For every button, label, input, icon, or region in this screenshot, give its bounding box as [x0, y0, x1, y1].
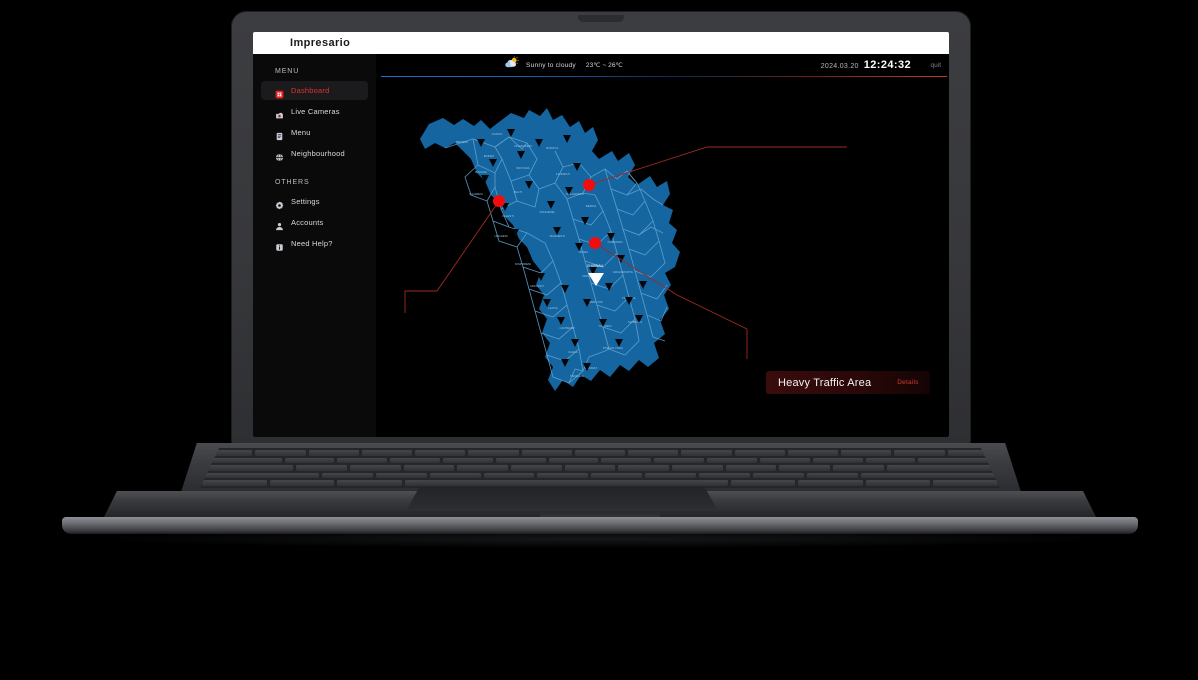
gear-icon — [275, 197, 284, 210]
sun-behind-cloud-icon — [504, 56, 520, 74]
svg-text:SOROCA: SOROCA — [546, 146, 559, 150]
alert-dot-balti — [493, 195, 505, 207]
alert-dot-dunarea — [583, 179, 595, 191]
svg-text:OCNITA: OCNITA — [492, 132, 503, 136]
sidebar-item-need-help[interactable]: Need Help? — [261, 234, 368, 253]
svg-text:UNGHENI: UNGHENI — [494, 234, 508, 238]
weather-widget: Sunny to cloudy 23℃ ~ 26℃ — [504, 56, 623, 74]
svg-text:HINCESTI: HINCESTI — [530, 284, 544, 288]
sidebar-item-label: Dashboard — [291, 86, 330, 95]
sidebar-item-label: Accounts — [291, 218, 324, 227]
sidebar-section-title-menu: MENU — [275, 68, 300, 75]
user-icon — [275, 218, 284, 231]
svg-text:CHISINAU: CHISINAU — [587, 264, 604, 268]
laptop-lid: Impresario MENU Dashboard Live Cameras M… — [232, 12, 970, 445]
callout-heavy-traffic-area[interactable]: Heavy Traffic Area Details — [766, 371, 930, 394]
keyboard-row — [202, 465, 998, 471]
sidebar-item-dashboard[interactable]: Dashboard — [261, 81, 368, 100]
current-date: 2024.03.20 — [820, 63, 859, 70]
sidebar-item-settings[interactable]: Settings — [261, 192, 368, 211]
screenshot-root: Impresario MENU Dashboard Live Cameras M… — [0, 0, 1198, 680]
svg-text:DONDUSENI: DONDUSENI — [514, 144, 532, 148]
svg-text:RISCANI: RISCANI — [475, 170, 487, 174]
alert-dot-orhei — [589, 237, 601, 249]
map-panel[interactable]: BRICENI OCNITA DONDUSENI EDINET SOROCA RISC… — [377, 77, 949, 437]
globe-icon — [275, 149, 284, 162]
sidebar-item-neighbourhood[interactable]: Neighbourhood — [261, 144, 368, 163]
callout-label: Heavy Traffic Area — [778, 376, 872, 389]
svg-text:BRICENI: BRICENI — [456, 140, 468, 144]
sidebar: MENU Dashboard Live Cameras Menu Neighbo… — [253, 54, 377, 437]
svg-text:NISPORENI: NISPORENI — [515, 262, 531, 266]
sidebar-item-label: Neighbourhood — [291, 149, 345, 158]
main-content: Sunny to cloudy 23℃ ~ 26℃ 2024.03.20 12:… — [377, 54, 949, 437]
sidebar-item-menu[interactable]: Menu — [261, 123, 368, 142]
laptop-keyboard — [200, 448, 1000, 488]
svg-text:STEFAN VODA: STEFAN VODA — [603, 346, 623, 350]
weather-description: Sunny to cloudy — [526, 61, 576, 69]
svg-text:REZINA: REZINA — [586, 204, 597, 208]
sidebar-item-accounts[interactable]: Accounts — [261, 213, 368, 232]
camera-icon — [275, 107, 284, 119]
document-icon — [275, 128, 284, 141]
sidebar-item-live-cameras[interactable]: Live Cameras — [261, 102, 368, 121]
svg-text:CANTEMIR: CANTEMIR — [559, 326, 574, 330]
svg-text:FLORESTI: FLORESTI — [556, 172, 570, 176]
laptop-base — [62, 443, 1138, 538]
svg-text:CAUSENI: CAUSENI — [599, 324, 612, 328]
quit-button[interactable]: quit — [931, 62, 941, 69]
clock-widget: 2024.03.20 12:24:32 — [821, 59, 911, 71]
sidebar-item-label: Need Help? — [291, 239, 333, 248]
lid-camera-notch — [578, 15, 624, 22]
sidebar-item-label: Settings — [291, 197, 320, 206]
svg-text:EDINET: EDINET — [484, 154, 495, 158]
svg-text:CAHUL: CAHUL — [568, 350, 578, 354]
svg-text:GRIGORIOPOL: GRIGORIOPOL — [613, 270, 634, 274]
weather-temperature: 23℃ ~ 26℃ — [585, 62, 623, 69]
sidebar-item-label: Live Cameras — [291, 107, 340, 116]
svg-text:DUBASARI: DUBASARI — [608, 240, 623, 244]
status-bar: Sunny to cloudy 23℃ ~ 26℃ 2024.03.20 12:… — [377, 54, 949, 76]
app-body: MENU Dashboard Live Cameras Menu Neighbo… — [253, 54, 949, 437]
svg-text:BALTI: BALTI — [514, 190, 522, 194]
svg-text:DROCHIA: DROCHIA — [516, 166, 529, 170]
dashboard-icon — [275, 86, 284, 99]
keyboard-row — [202, 457, 998, 464]
svg-text:GLODENI: GLODENI — [469, 192, 482, 196]
current-time: 12:24:32 — [863, 59, 911, 71]
svg-text:LEOVA: LEOVA — [548, 306, 557, 310]
sidebar-section-title-others: OTHERS — [275, 179, 310, 186]
keyboard-row — [202, 450, 998, 456]
laptop-screen: Impresario MENU Dashboard Live Cameras M… — [253, 32, 949, 437]
map-landmass — [420, 108, 680, 391]
svg-text:TARACLIA: TARACLIA — [570, 374, 584, 378]
info-icon — [275, 239, 284, 251]
window-titlebar: Impresario — [253, 32, 949, 54]
details-link[interactable]: Details — [897, 379, 918, 386]
app-title: Impresario — [290, 37, 351, 49]
laptop-shadow — [100, 530, 1100, 548]
svg-text:FALESTI: FALESTI — [502, 214, 514, 218]
keyboard-row — [202, 480, 998, 486]
laptop-trackpad[interactable] — [407, 487, 717, 509]
svg-text:ORHEI: ORHEI — [578, 250, 587, 254]
svg-text:SANGEREI: SANGEREI — [540, 210, 555, 214]
keyboard-row — [202, 472, 998, 479]
sidebar-item-label: Menu — [291, 128, 311, 137]
